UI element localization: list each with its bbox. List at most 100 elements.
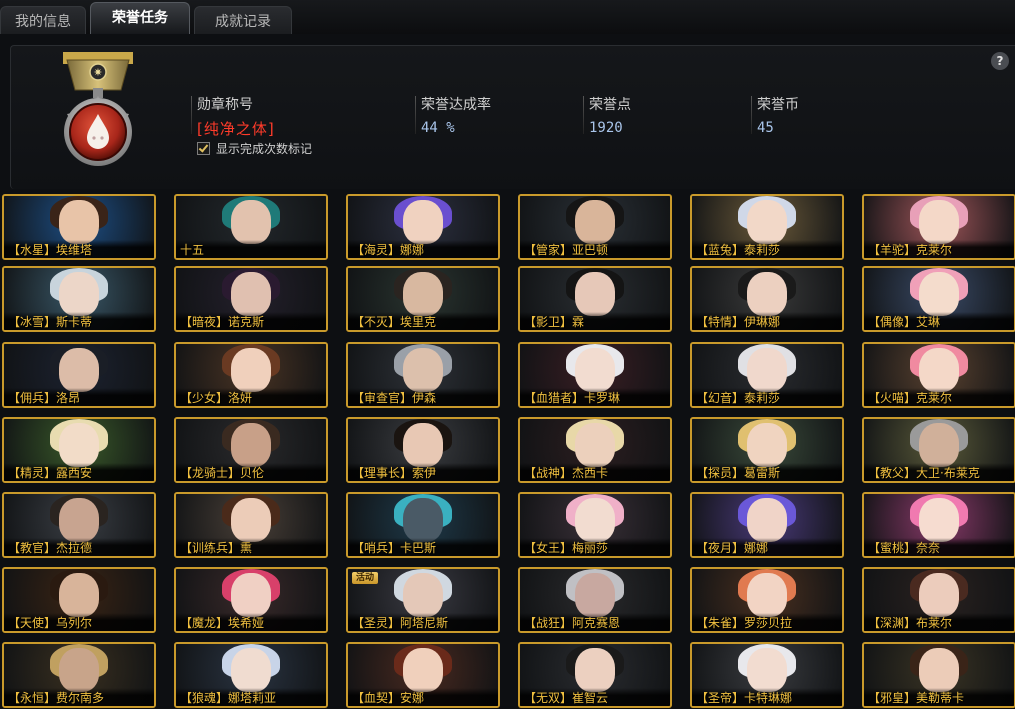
character-portrait-face [919, 648, 959, 692]
character-card[interactable]: 【战狂】阿克赛恩 [518, 567, 672, 633]
character-name: 【魔龙】埃希娅 [176, 613, 326, 631]
character-card[interactable]: 【海灵】娜娜 [346, 194, 500, 260]
character-card[interactable]: 【偶像】艾琳 [862, 266, 1015, 332]
character-portrait-face [575, 498, 615, 542]
character-card[interactable]: 【理事长】索伊 [346, 417, 500, 483]
character-portrait-face [403, 648, 443, 692]
character-card[interactable]: 【天使】乌列尔 [2, 567, 156, 633]
character-card[interactable]: 【精灵】露西安 [2, 417, 156, 483]
character-card[interactable]: 【少女】洛妍 [174, 342, 328, 408]
character-card[interactable]: 十五 [174, 194, 328, 260]
character-name: 【精灵】露西安 [4, 463, 154, 481]
character-portrait-face [59, 648, 99, 692]
character-name: 【深渊】布莱尔 [864, 613, 1014, 631]
divider [415, 96, 416, 134]
character-card[interactable]: 【龙骑士】贝伦 [174, 417, 328, 483]
character-card[interactable]: 【深渊】布莱尔 [862, 567, 1015, 633]
character-card[interactable]: 【探员】葛雷斯 [690, 417, 844, 483]
svg-text:✷: ✷ [93, 66, 102, 79]
character-card[interactable]: 【审查官】伊森 [346, 342, 500, 408]
character-card[interactable]: 【血猎者】卡罗琳 [518, 342, 672, 408]
character-card[interactable]: 【教官】杰拉德 [2, 492, 156, 558]
character-portrait-face [919, 573, 959, 617]
honor-coins-group: 荣誉币 45 [751, 94, 799, 136]
character-card[interactable]: 【不灭】埃里克 [346, 266, 500, 332]
character-card[interactable]: 【战神】杰西卡 [518, 417, 672, 483]
character-portrait-face [403, 348, 443, 392]
character-card[interactable]: 【火喵】克莱尔 [862, 342, 1015, 408]
show-marker-toggle[interactable]: 显示完成次数标记 [197, 140, 312, 157]
character-card[interactable]: 【邪皇】美勒蒂卡 [862, 642, 1015, 708]
character-portrait-face [575, 348, 615, 392]
character-portrait-face [747, 423, 787, 467]
character-card[interactable]: 【管家】亚巴顿 [518, 194, 672, 260]
character-card[interactable]: 【水星】埃维塔 [2, 194, 156, 260]
character-card[interactable]: 【冰雪】斯卡蒂 [2, 266, 156, 332]
honor-points-label: 荣誉点 [589, 97, 631, 113]
medal-title-group: 勋章称号 [纯净之体] [191, 94, 275, 139]
character-name: 【圣帝】卡特琳娜 [692, 688, 842, 706]
character-name: 【战神】杰西卡 [520, 463, 670, 481]
help-icon[interactable]: ? [991, 52, 1009, 70]
character-name: 【教官】杰拉德 [4, 538, 154, 556]
character-name: 【蓝兔】泰莉莎 [692, 240, 842, 258]
character-name: 【哨兵】卡巴斯 [348, 538, 498, 556]
tab-achievements[interactable]: 成就记录 [194, 6, 292, 34]
character-card[interactable]: 【蜜桃】奈奈 [862, 492, 1015, 558]
character-portrait-face [59, 200, 99, 244]
character-name: 【审查官】伊森 [348, 388, 498, 406]
character-card[interactable]: 【羊驼】克莱尔 [862, 194, 1015, 260]
character-portrait-face [403, 498, 443, 542]
character-card[interactable]: 【暗夜】诺克斯 [174, 266, 328, 332]
character-name: 【夜月】娜娜 [692, 538, 842, 556]
character-card[interactable]: 【影卫】霖 [518, 266, 672, 332]
character-name: 【特情】伊琳娜 [692, 312, 842, 330]
character-card[interactable]: 【血契】安娜 [346, 642, 500, 708]
character-name: 【永恒】费尔南多 [4, 688, 154, 706]
character-card[interactable]: 【朱雀】罗莎贝拉 [690, 567, 844, 633]
character-card[interactable]: 【哨兵】卡巴斯 [346, 492, 500, 558]
character-portrait-face [59, 423, 99, 467]
tab-my-info[interactable]: 我的信息 [0, 6, 86, 34]
show-marker-checkbox[interactable] [197, 142, 210, 155]
character-name: 【女王】梅丽莎 [520, 538, 670, 556]
character-card[interactable]: 【女王】梅丽莎 [518, 492, 672, 558]
character-portrait-face [747, 348, 787, 392]
character-card[interactable]: 【教父】大卫·布莱克 [862, 417, 1015, 483]
character-portrait-face [231, 348, 271, 392]
character-name: 【羊驼】克莱尔 [864, 240, 1014, 258]
character-card[interactable]: 【夜月】娜娜 [690, 492, 844, 558]
character-card[interactable]: 【训练兵】熏 [174, 492, 328, 558]
character-name: 【水星】埃维塔 [4, 240, 154, 258]
character-portrait-face [919, 498, 959, 542]
character-portrait-face [919, 200, 959, 244]
character-card[interactable]: 【特情】伊琳娜 [690, 266, 844, 332]
character-portrait-face [747, 272, 787, 316]
character-name: 【朱雀】罗莎贝拉 [692, 613, 842, 631]
character-portrait-face [747, 200, 787, 244]
character-portrait-face [747, 648, 787, 692]
character-card[interactable]: 【魔龙】埃希娅 [174, 567, 328, 633]
character-card[interactable]: 【圣帝】卡特琳娜 [690, 642, 844, 708]
honor-points-value: 1920 [589, 120, 623, 136]
tab-honor-tasks[interactable]: 荣誉任务 [90, 2, 190, 34]
completion-rate-value: 44 % [421, 120, 455, 136]
character-card[interactable]: 【蓝兔】泰莉莎 [690, 194, 844, 260]
character-card[interactable]: 【永恒】费尔南多 [2, 642, 156, 708]
character-name: 【蜜桃】奈奈 [864, 538, 1014, 556]
character-name: 【不灭】埃里克 [348, 312, 498, 330]
character-card[interactable]: 活动 【圣灵】阿塔尼斯 [346, 567, 500, 633]
character-card[interactable]: 【狼魂】娜塔莉亚 [174, 642, 328, 708]
character-portrait-face [59, 573, 99, 617]
tab-bar: 我的信息 荣誉任务 成就记录 [0, 0, 1015, 34]
character-portrait-face [747, 498, 787, 542]
character-name: 【影卫】霖 [520, 312, 670, 330]
character-name: 【天使】乌列尔 [4, 613, 154, 631]
character-card[interactable]: 【佣兵】洛昂 [2, 342, 156, 408]
completion-rate-label: 荣誉达成率 [421, 97, 491, 113]
character-portrait-face [919, 423, 959, 467]
character-card[interactable]: 【幻音】泰莉莎 [690, 342, 844, 408]
character-card[interactable]: 【无双】崔智云 [518, 642, 672, 708]
character-portrait-face [231, 573, 271, 617]
character-portrait-face [231, 423, 271, 467]
